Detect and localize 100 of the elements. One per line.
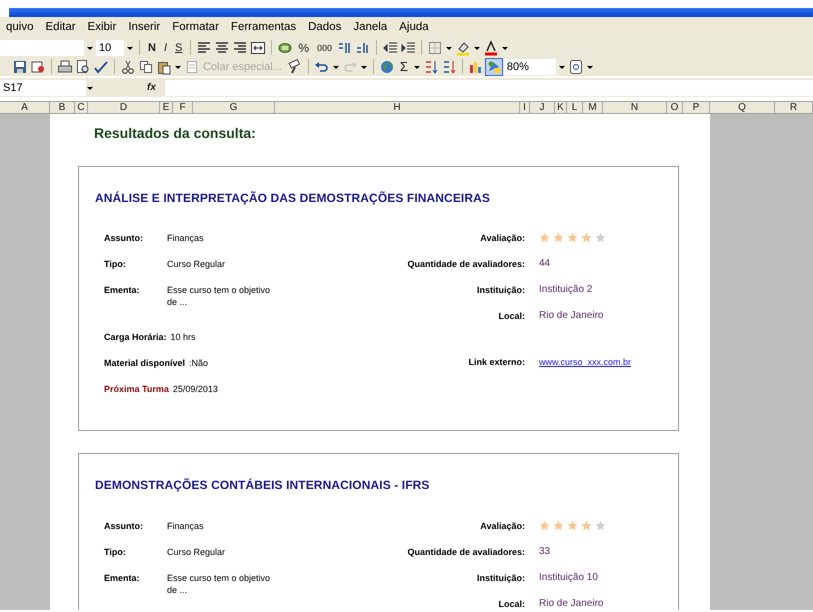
percent-button[interactable]: % [295, 40, 312, 56]
field-value: Curso Regular [167, 258, 226, 270]
menu-item[interactable]: Inserir [122, 18, 166, 36]
field-label: Assunto: [104, 232, 144, 244]
globe-icon[interactable] [378, 58, 395, 74]
menu-item[interactable]: Editar [40, 18, 82, 36]
field-label: Quantidade de avaliadores: [407, 258, 525, 270]
format-painter-icon[interactable] [286, 58, 303, 74]
indent-icon[interactable] [400, 40, 416, 56]
star-icon [553, 520, 564, 532]
column-header[interactable]: O [667, 102, 683, 113]
results-heading: Resultados da consulta: [94, 125, 256, 141]
field-label: Tipo: [104, 546, 127, 558]
field-value: Rio de Janeiro [539, 598, 604, 610]
autosum-button[interactable]: Σ [396, 58, 411, 74]
thousands-button[interactable]: 000 [314, 40, 336, 56]
field-label: Ementa: [104, 284, 141, 297]
star-icon [553, 232, 564, 244]
field-value: Curso Regular [167, 546, 226, 558]
column-header[interactable]: J [530, 102, 555, 113]
column-header[interactable]: M [583, 102, 603, 113]
align-left-icon[interactable] [196, 40, 212, 56]
column-header[interactable]: R [775, 102, 813, 113]
bold-button[interactable]: N [145, 40, 159, 56]
column-header[interactable]: D [88, 102, 160, 113]
italic-button[interactable]: I [160, 40, 170, 56]
column-header[interactable]: B [50, 102, 75, 113]
column-header[interactable]: P [683, 102, 710, 113]
cut-icon[interactable] [120, 58, 136, 74]
field-label: Quantidade de avaliadores: [407, 546, 525, 558]
field-value: Esse curso tem o objetivo de ... [167, 572, 271, 596]
column-header[interactable]: H [275, 102, 520, 113]
save-icon[interactable] [12, 58, 28, 74]
print-preview-icon[interactable] [75, 58, 91, 74]
spell-check-icon[interactable] [93, 58, 109, 74]
function-button[interactable]: fx [144, 80, 159, 96]
print-icon[interactable] [57, 58, 73, 74]
column-header[interactable]: K [555, 102, 567, 113]
field-label: Tipo: [104, 258, 127, 270]
outdent-icon[interactable] [382, 40, 398, 56]
field-value: Rio de Janeiro [539, 310, 604, 322]
field-value: Finanças [167, 232, 205, 244]
field-value: 25/09/2013 [172, 383, 218, 395]
merge-cells-icon[interactable] [250, 40, 266, 56]
star-icon [539, 232, 550, 244]
column-header[interactable]: N [603, 102, 667, 113]
field-value: Esse curso tem o objetivo de ... [167, 284, 271, 308]
menu-item[interactable]: Ajuda [393, 18, 435, 36]
field-value: Instituição 2 [539, 284, 592, 296]
star-icon [595, 232, 606, 244]
font-name-field[interactable] [0, 40, 84, 56]
field-value: Finanças [167, 520, 205, 532]
column-header[interactable]: A [0, 102, 50, 113]
column-header[interactable]: I [520, 102, 530, 113]
field-label: Assunto: [104, 520, 144, 532]
field-label: Local: [498, 598, 525, 610]
field-label: Avaliação: [480, 520, 525, 532]
menu-item[interactable]: Dados [302, 18, 348, 36]
field-value: Instituição 10 [539, 572, 598, 584]
column-header[interactable]: C [75, 102, 88, 113]
field-label: Link externo: [468, 356, 525, 368]
field-label: Local: [498, 310, 525, 322]
star-icon [581, 520, 592, 532]
star-icon [581, 232, 592, 244]
field-value: 44 [539, 258, 550, 270]
column-header[interactable]: E [160, 102, 173, 113]
menu-item[interactable]: Formatar [166, 18, 225, 36]
field-label: Instituição: [476, 284, 525, 296]
menu-item[interactable]: quivo [0, 18, 40, 36]
name-box[interactable]: S17 [0, 80, 86, 96]
star-icon [567, 232, 578, 244]
field-label: Instituição: [476, 572, 525, 584]
font-color-icon[interactable] [483, 40, 500, 56]
formula-field[interactable] [164, 80, 813, 96]
menu-item[interactable]: Ferramentas [224, 18, 302, 36]
field-label: Ementa: [104, 572, 141, 584]
column-header[interactable]: F [173, 102, 193, 113]
underline-button[interactable]: S [172, 40, 186, 56]
copy-icon[interactable] [138, 58, 154, 74]
course-title: ANÁLISE E INTERPRETAÇÃO DAS DEMOSTRAÇÕES FINANCEIRAS [95, 190, 490, 204]
align-center-icon[interactable] [214, 40, 230, 56]
fill-color-icon[interactable] [455, 40, 472, 56]
menu-item[interactable]: Exibir [82, 18, 122, 36]
field-value: :Não [189, 357, 208, 369]
star-icon [595, 520, 606, 532]
field-label: Avaliação: [480, 232, 525, 244]
menu-item[interactable]: Janela [347, 18, 394, 36]
column-header[interactable]: G [193, 102, 275, 113]
course-title: DEMONSTRAÇÕES CONTÁBEIS INTERNACIONAIS - IFRS [95, 478, 430, 492]
drawing-icon[interactable] [486, 58, 502, 74]
column-header[interactable]: Q [710, 102, 775, 113]
field-value: 10 hrs [170, 331, 196, 343]
align-right-icon[interactable] [232, 40, 248, 56]
font-size-field[interactable]: 10 [96, 40, 124, 56]
field-label: Material disponível [104, 357, 186, 369]
zoom-field[interactable]: 80% [504, 58, 556, 74]
field-label: Próxima Turma [104, 383, 169, 395]
external-link[interactable]: www.curso_xxx.com.br [539, 356, 632, 368]
field-value: 33 [539, 546, 550, 558]
column-header[interactable]: L [567, 102, 583, 113]
